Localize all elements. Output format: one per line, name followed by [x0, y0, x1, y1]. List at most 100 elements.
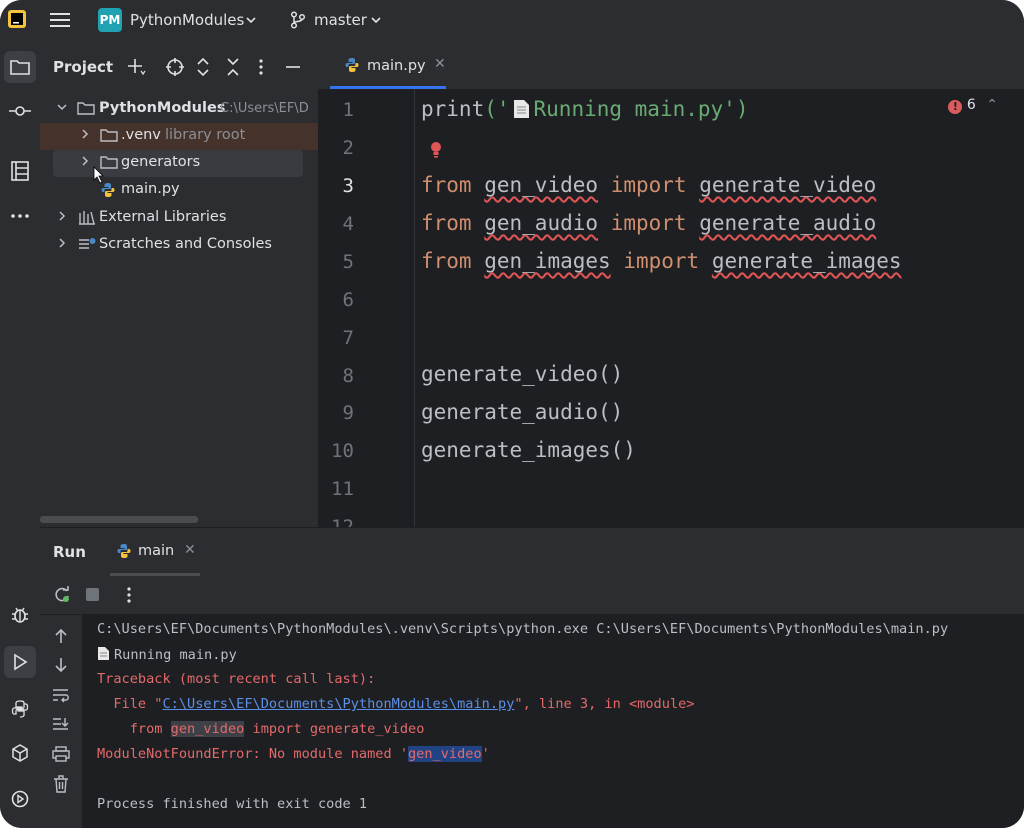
code-token: from: [421, 173, 472, 197]
console-src-module: gen_video: [170, 721, 245, 737]
code-line-3: from gen_video import generate_video: [421, 173, 876, 197]
code-line-4: from gen_audio import generate_audio: [421, 211, 876, 235]
code-token: generate_images: [711, 249, 902, 273]
console-output[interactable]: C:\Users\EF\Documents\PythonModules\.ven…: [83, 615, 1024, 828]
tree-item-scratches[interactable]: Scratches and Consoles: [40, 232, 318, 259]
locate-icon[interactable]: [165, 57, 185, 77]
console-src-rest: import generate_video: [244, 721, 425, 737]
line-number: 3: [342, 175, 354, 197]
line-number: 6: [342, 289, 354, 311]
chevron-up-icon[interactable]: ⌃: [986, 97, 998, 113]
new-file-icon[interactable]: [126, 57, 146, 77]
tree-item-root[interactable]: PythonModules C:\Users\EF\D: [40, 96, 318, 123]
tree-venv-note: library root: [165, 127, 246, 143]
code-line-8: generate_video(): [421, 362, 624, 386]
python-file-icon: [116, 543, 132, 559]
structure-icon[interactable]: [4, 155, 36, 187]
code-token: import: [623, 249, 700, 273]
tree-main-py-label: main.py: [121, 181, 180, 197]
chevron-down-icon[interactable]: [245, 14, 257, 26]
console-file-link[interactable]: C:\Users\EF\Documents\PythonModules\main…: [162, 696, 514, 712]
stop-icon[interactable]: [86, 588, 99, 601]
code-editor[interactable]: ! 6 ⌃ 1 2 3 4 5 6 7 8 9 10 11 12 print('…: [318, 89, 1024, 527]
line-number: 2: [342, 137, 354, 159]
error-count: 6: [966, 97, 976, 113]
hide-panel-icon[interactable]: [285, 57, 301, 77]
code-token: from: [421, 211, 472, 235]
python-packages-icon[interactable]: [4, 737, 36, 769]
chevron-down-icon[interactable]: [56, 101, 68, 113]
collapse-all-icon[interactable]: [225, 57, 241, 77]
tree-item-generators[interactable]: generators: [53, 150, 303, 184]
close-tab-icon[interactable]: ✕: [184, 542, 196, 558]
python-console-icon[interactable]: [4, 693, 36, 725]
folder-icon: [77, 100, 95, 116]
scroll-to-end-icon[interactable]: [52, 716, 70, 732]
lightbulb-icon[interactable]: [429, 141, 443, 159]
print-icon[interactable]: [52, 746, 70, 762]
code-token: (': [484, 97, 510, 121]
code-line-10: generate_images(): [421, 438, 636, 462]
soft-wrap-icon[interactable]: [52, 687, 70, 703]
tree-item-main-py[interactable]: main.py: [40, 177, 318, 204]
code-token: gen_audio: [484, 211, 599, 235]
arrow-down-icon[interactable]: [53, 657, 69, 673]
chevron-right-icon[interactable]: [56, 237, 68, 249]
tree-scratches-label: Scratches and Consoles: [99, 236, 272, 252]
rerun-icon[interactable]: [53, 586, 71, 604]
tree-root-label: PythonModules: [99, 100, 226, 116]
code-token: Running main.py: [533, 97, 724, 121]
close-tab-icon[interactable]: ✕: [434, 56, 446, 72]
run-panel-title: Run: [53, 543, 86, 561]
python-file-icon: [344, 57, 360, 73]
error-icon: !: [948, 100, 963, 114]
project-panel: Project PythonModules C:\Users\EF\D .ven…: [40, 42, 318, 527]
project-tool-button[interactable]: [4, 51, 36, 83]
tree-item-external-libraries[interactable]: External Libraries: [40, 205, 318, 232]
console-line-file: File "C:\Users\EF\Documents\PythonModule…: [97, 696, 694, 712]
console-file-suffix: ", line 3, in <module>: [514, 696, 695, 712]
more-tools-icon[interactable]: [4, 200, 36, 232]
project-selector[interactable]: PythonModules: [130, 11, 244, 29]
tab-main-py[interactable]: main.py ✕: [330, 42, 450, 89]
arrow-up-icon[interactable]: [53, 628, 69, 644]
chevron-right-icon[interactable]: [79, 128, 91, 140]
line-number: 11: [331, 478, 354, 500]
chevron-down-icon[interactable]: [370, 14, 382, 26]
horizontal-scrollbar[interactable]: [40, 516, 198, 523]
git-branch-icon[interactable]: [290, 11, 306, 29]
tree-item-venv[interactable]: .venv library root: [40, 123, 318, 150]
console-side-toolbar: [40, 615, 83, 828]
code-line-1: print(' Running main.py'): [421, 97, 748, 121]
commit-icon[interactable]: [4, 95, 36, 127]
console-file-prefix: File ": [97, 696, 163, 712]
console-line-running: Running main.py: [97, 646, 237, 663]
console-line-traceback: Traceback (most recent call last):: [97, 671, 376, 687]
more-options-icon[interactable]: [126, 586, 132, 604]
chevron-right-icon[interactable]: [79, 155, 91, 167]
tool-window-bar: [0, 42, 41, 828]
tree-generators-label: generators: [121, 154, 201, 170]
project-badge[interactable]: PM: [98, 8, 122, 32]
editor-tab-bar: main.py ✕: [318, 42, 1024, 90]
line-number: 10: [331, 440, 354, 462]
code-line-5: from gen_images import generate_images: [421, 249, 902, 273]
error-indicator[interactable]: ! 6 ⌃: [948, 97, 998, 114]
branch-selector[interactable]: master: [314, 11, 367, 29]
options-icon[interactable]: [258, 57, 264, 77]
expand-all-icon[interactable]: [195, 57, 211, 77]
line-number: 8: [342, 365, 354, 387]
main-menu-icon[interactable]: [50, 11, 70, 29]
debug-icon[interactable]: [4, 599, 36, 631]
code-line-9: generate_audio(): [421, 400, 624, 424]
services-icon[interactable]: [4, 783, 36, 815]
chevron-right-icon[interactable]: [56, 210, 68, 222]
document-emoji-icon: [97, 646, 110, 661]
run-tab-main[interactable]: main ✕: [110, 528, 234, 576]
trash-icon[interactable]: [53, 775, 69, 793]
run-tool-button[interactable]: [4, 646, 36, 678]
line-number: 9: [342, 402, 354, 424]
console-line-source: from gen_video import generate_video: [97, 721, 424, 737]
tree-external-libraries-label: External Libraries: [99, 209, 227, 225]
code-token: '): [723, 97, 749, 121]
